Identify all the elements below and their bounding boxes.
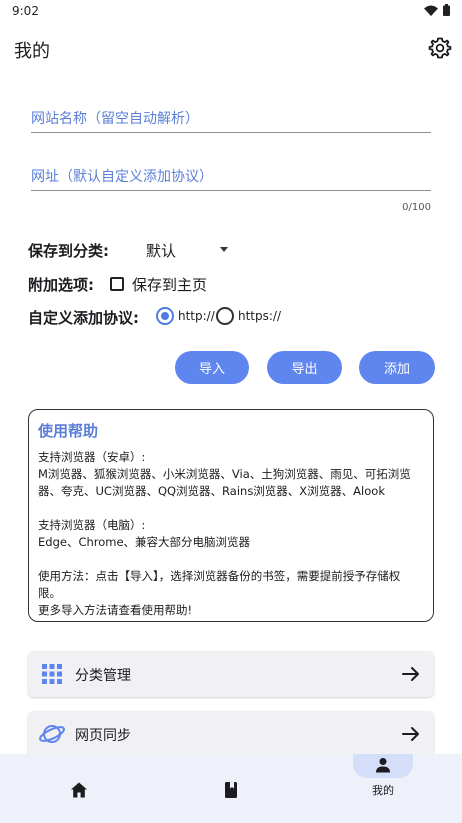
save-to-home-checkbox[interactable] — [110, 277, 124, 291]
planet-icon — [39, 725, 65, 743]
help-usage: 使用方法：点击【导入】，选择浏览器备份的书签，需要提前授予存储权限。 — [38, 569, 401, 600]
dropdown-arrow-icon — [220, 247, 228, 252]
wifi-icon — [424, 5, 438, 16]
radio-https[interactable] — [216, 307, 234, 325]
status-bar: 9:02 — [0, 0, 462, 24]
arrow-right-icon — [402, 667, 419, 681]
nav-mine-label: 我的 — [372, 784, 394, 797]
app-bar: 我的 — [0, 28, 462, 72]
help-android-heading: 支持浏览器（安卓）: — [38, 450, 146, 464]
help-pc-list: Edge、Chrome、兼容大部分电脑浏览器 — [38, 535, 251, 549]
category-management-label: 分类管理 — [75, 668, 131, 684]
status-icons — [424, 4, 450, 16]
web-sync-item[interactable]: 网页同步 — [28, 711, 434, 757]
help-pc-heading: 支持浏览器（电脑）: — [38, 518, 146, 532]
radio-https-label[interactable]: https:// — [238, 309, 281, 323]
status-time: 9:02 — [12, 4, 39, 18]
url-field[interactable] — [31, 157, 431, 191]
save-to-home-label[interactable]: 保存到主页 — [132, 274, 207, 295]
category-value: 默认 — [146, 242, 177, 260]
site-name-input[interactable] — [31, 99, 431, 132]
nav-home[interactable] — [2, 754, 156, 823]
import-button[interactable]: 导入 — [175, 351, 249, 384]
site-name-field[interactable] — [31, 99, 431, 133]
protocol-label: 自定义添加协议: — [28, 309, 139, 327]
settings-button[interactable] — [428, 36, 452, 60]
battery-icon — [443, 4, 450, 16]
help-card: 使用帮助 支持浏览器（安卓）: M浏览器、狐猴浏览器、小米浏览器、Via、土狗浏… — [28, 409, 434, 622]
category-dropdown[interactable]: 默认 — [146, 238, 228, 262]
person-icon — [376, 758, 390, 773]
extra-options-label: 附加选项: — [28, 276, 94, 294]
page-title: 我的 — [14, 41, 50, 62]
category-management-item[interactable]: 分类管理 — [28, 651, 434, 697]
char-counter: 0/100 — [402, 202, 431, 213]
radio-http[interactable] — [156, 307, 174, 325]
bookmark-icon — [225, 782, 237, 798]
nav-mine[interactable]: 我的 — [306, 754, 460, 823]
url-input[interactable] — [31, 157, 431, 190]
bottom-navigation: 我的 — [0, 754, 462, 823]
export-button[interactable]: 导出 — [267, 351, 342, 384]
help-more: 更多导入方法请查看使用帮助! — [38, 603, 193, 617]
grid-icon — [42, 664, 62, 684]
help-android-list: M浏览器、狐猴浏览器、小米浏览器、Via、土狗浏览器、雨见、可拓浏览器、夸克、U… — [38, 467, 411, 498]
arrow-right-icon — [402, 727, 419, 741]
add-button[interactable]: 添加 — [359, 351, 435, 384]
web-sync-label: 网页同步 — [75, 728, 131, 744]
gear-icon — [428, 37, 452, 59]
home-icon — [71, 782, 87, 798]
help-title: 使用帮助 — [38, 422, 99, 440]
nav-bookmarks[interactable] — [154, 754, 308, 823]
radio-http-label[interactable]: http:// — [178, 309, 215, 323]
category-label: 保存到分类: — [28, 242, 109, 260]
